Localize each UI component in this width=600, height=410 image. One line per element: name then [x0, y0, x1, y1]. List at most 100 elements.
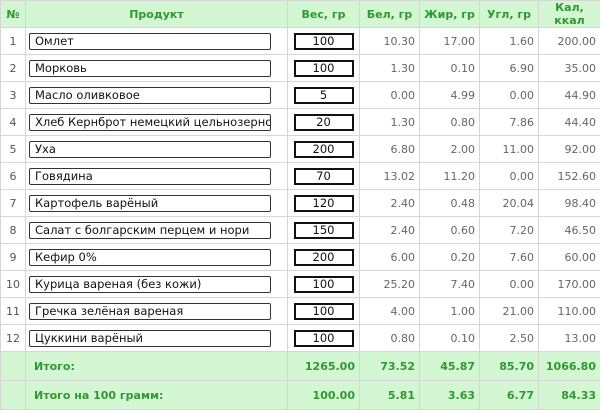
fat-value: 0.48: [420, 190, 480, 217]
carb-value: 0.00: [480, 271, 539, 298]
weight-input[interactable]: 5: [294, 87, 354, 104]
weight-input[interactable]: 100: [294, 60, 354, 77]
per100-protein: 5.81: [360, 381, 420, 410]
per100-kcal: 84.33: [539, 381, 600, 410]
product-input[interactable]: Цуккини варёный: [29, 330, 271, 347]
table-row: 10Курица вареная (без кожи)10025.207.400…: [1, 271, 600, 298]
nutrition-table: № Продукт Вес, гр Бел, гр Жир, гр Угл, г…: [0, 0, 600, 410]
carb-value: 7.60: [480, 244, 539, 271]
weight-input[interactable]: 150: [294, 222, 354, 239]
row-number: 9: [1, 244, 26, 271]
per100-fat: 3.63: [420, 381, 480, 410]
fat-value: 4.99: [420, 82, 480, 109]
weight-input[interactable]: 100: [294, 33, 354, 50]
product-input[interactable]: Омлет: [29, 33, 271, 50]
weight-cell: 150: [288, 217, 360, 244]
per100-label: Итого на 100 грамм:: [26, 381, 288, 410]
row-number: 6: [1, 163, 26, 190]
weight-input[interactable]: 200: [294, 141, 354, 158]
weight-cell: 5: [288, 82, 360, 109]
totals-row: Итого: 1265.00 73.52 45.87 85.70 1066.80: [1, 352, 600, 381]
product-cell: Цуккини варёный: [26, 325, 288, 352]
weight-input[interactable]: 70: [294, 168, 354, 185]
kcal-value: 44.40: [539, 109, 600, 136]
weight-cell: 100: [288, 28, 360, 55]
weight-cell: 120: [288, 190, 360, 217]
product-input[interactable]: Говядина: [29, 168, 271, 185]
product-input[interactable]: Салат с болгарским перцем и нори: [29, 222, 271, 239]
table-row: 2Морковь1001.300.106.9035.00: [1, 55, 600, 82]
protein-value: 13.02: [360, 163, 420, 190]
per100-spacer: [1, 381, 26, 410]
row-number: 3: [1, 82, 26, 109]
protein-value: 0.80: [360, 325, 420, 352]
carb-value: 6.90: [480, 55, 539, 82]
product-cell: Кефир 0%: [26, 244, 288, 271]
product-cell: Картофель варёный: [26, 190, 288, 217]
row-number: 2: [1, 55, 26, 82]
totals-spacer: [1, 352, 26, 381]
product-input[interactable]: Морковь: [29, 60, 271, 77]
table-row: 9Кефир 0%2006.000.207.6060.00: [1, 244, 600, 271]
product-input[interactable]: Кефир 0%: [29, 249, 271, 266]
table-row: 12Цуккини варёный1000.800.102.5013.00: [1, 325, 600, 352]
weight-input[interactable]: 100: [294, 276, 354, 293]
carb-value: 0.00: [480, 163, 539, 190]
carb-value: 2.50: [480, 325, 539, 352]
totals-weight: 1265.00: [288, 352, 360, 381]
product-input[interactable]: Курица вареная (без кожи): [29, 276, 271, 293]
col-header-carb: Угл, гр: [480, 1, 539, 28]
product-cell: Масло оливковое: [26, 82, 288, 109]
weight-cell: 100: [288, 271, 360, 298]
product-cell: Хлеб Кернброт немецкий цельнозерновой: [26, 109, 288, 136]
col-header-kcal: Кал, ккал: [539, 1, 600, 28]
product-input[interactable]: Уха: [29, 141, 271, 158]
fat-value: 11.20: [420, 163, 480, 190]
product-cell: Курица вареная (без кожи): [26, 271, 288, 298]
weight-input[interactable]: 200: [294, 249, 354, 266]
kcal-value: 44.90: [539, 82, 600, 109]
product-input[interactable]: Масло оливковое: [29, 87, 271, 104]
row-number: 10: [1, 271, 26, 298]
col-header-weight: Вес, гр: [288, 1, 360, 28]
carb-value: 0.00: [480, 82, 539, 109]
table-row: 6Говядина 70 13.0211.200.00152.60: [1, 163, 600, 190]
weight-input[interactable]: 100: [294, 303, 354, 320]
weight-cell: 100: [288, 55, 360, 82]
weight-input[interactable]: 120: [294, 195, 354, 212]
product-input[interactable]: Картофель варёный: [29, 195, 271, 212]
weight-input[interactable]: 100: [294, 330, 354, 347]
table-row: 3Масло оливковое50.004.990.0044.90: [1, 82, 600, 109]
kcal-value: 170.00: [539, 271, 600, 298]
totals-kcal: 1066.80: [539, 352, 600, 381]
totals-protein: 73.52: [360, 352, 420, 381]
protein-value: 1.30: [360, 55, 420, 82]
product-cell: Уха: [26, 136, 288, 163]
weight-input[interactable]: 20: [294, 114, 354, 131]
product-cell: Морковь: [26, 55, 288, 82]
fat-value: 2.00: [420, 136, 480, 163]
table-row: 1Омлет10010.3017.001.60200.00: [1, 28, 600, 55]
kcal-value: 13.00: [539, 325, 600, 352]
protein-value: 2.40: [360, 190, 420, 217]
row-number: 1: [1, 28, 26, 55]
col-header-protein: Бел, гр: [360, 1, 420, 28]
protein-value: 2.40: [360, 217, 420, 244]
table-row: 11Гречка зелёная вареная1004.001.0021.00…: [1, 298, 600, 325]
weight-cell: 100: [288, 298, 360, 325]
weight-cell: 200: [288, 136, 360, 163]
carb-value: 20.04: [480, 190, 539, 217]
table-body: 1Омлет10010.3017.001.60200.002Морковь100…: [1, 28, 600, 352]
fat-value: 7.40: [420, 271, 480, 298]
kcal-value: 98.40: [539, 190, 600, 217]
table-row: 8Салат с болгарским перцем и нори1502.40…: [1, 217, 600, 244]
per100-weight: 100.00: [288, 381, 360, 410]
protein-value: 6.80: [360, 136, 420, 163]
col-header-fat: Жир, гр: [420, 1, 480, 28]
protein-value: 6.00: [360, 244, 420, 271]
row-number: 4: [1, 109, 26, 136]
product-input[interactable]: Гречка зелёная вареная: [29, 303, 271, 320]
kcal-value: 152.60: [539, 163, 600, 190]
carb-value: 21.00: [480, 298, 539, 325]
product-input[interactable]: Хлеб Кернброт немецкий цельнозерновой: [29, 114, 271, 131]
